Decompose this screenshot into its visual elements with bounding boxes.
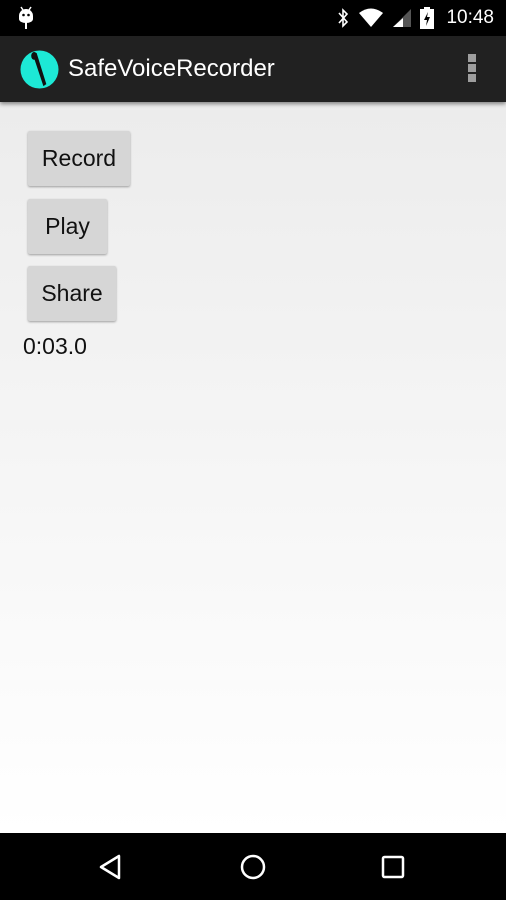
record-button[interactable]: Record <box>28 131 130 186</box>
android-debug-icon <box>19 6 33 29</box>
overflow-menu-button[interactable] <box>466 54 478 84</box>
share-button[interactable]: Share <box>28 266 116 321</box>
main-content: Record Play Share 0:03.0 <box>0 102 506 833</box>
status-bar: 10:48 <box>0 0 506 36</box>
bluetooth-icon <box>338 8 349 28</box>
overflow-menu-icon <box>468 54 476 62</box>
recent-apps-icon[interactable] <box>377 851 409 883</box>
home-icon[interactable] <box>237 851 269 883</box>
recording-timer: 0:03.0 <box>23 333 87 359</box>
app-bar: SafeVoiceRecorder <box>0 36 506 102</box>
microphone-icon <box>20 50 59 89</box>
battery-charging-icon <box>420 7 435 29</box>
play-button[interactable]: Play <box>28 199 107 254</box>
back-icon[interactable] <box>97 851 129 883</box>
navigation-bar <box>0 833 506 900</box>
cell-signal-icon <box>393 9 412 27</box>
wifi-icon <box>359 8 384 27</box>
status-time: 10:48 <box>446 7 494 28</box>
app-title: SafeVoiceRecorder <box>68 55 275 82</box>
